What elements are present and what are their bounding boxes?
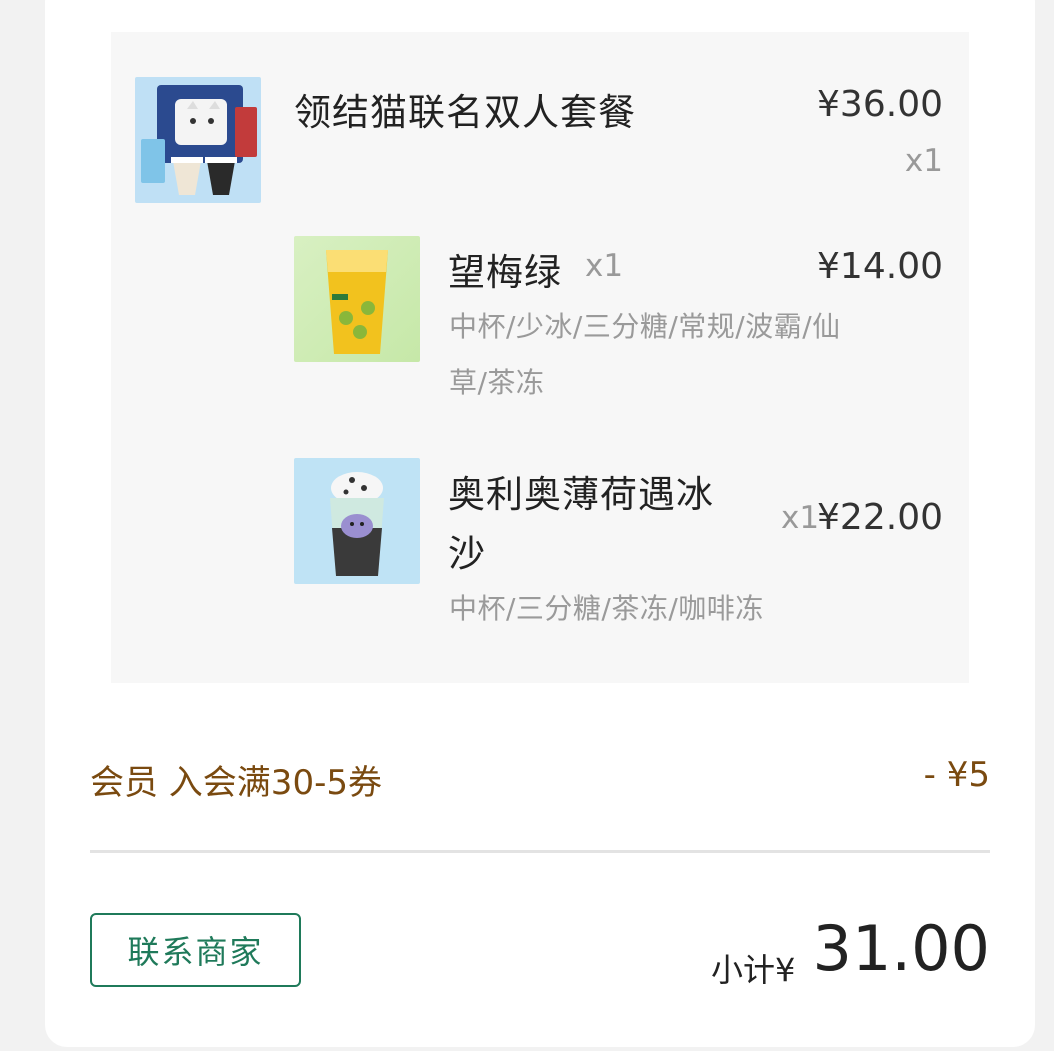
bundle-qty: x1 (904, 143, 943, 179)
item-2-name-line1: 奥利奥薄荷遇冰 (448, 473, 714, 516)
member-coupon-label: 会员 入会满30-5券 (90, 763, 382, 803)
item-1-qty: x1 (585, 248, 624, 284)
item-2-price: ¥22.00 (817, 497, 943, 538)
item-1-spec-line1: 中杯/少冰/三分糖/常规/波霸/仙 (449, 310, 841, 343)
plum-green-tea-image[interactable] (294, 236, 420, 362)
bundle-name: 领结猫联名双人套餐 (294, 91, 636, 134)
subtotal-label: 小计¥ (711, 951, 796, 989)
bundle-price: ¥36.00 (817, 84, 943, 125)
divider (90, 850, 990, 853)
oreo-mint-smoothie-image[interactable] (294, 458, 420, 584)
item-1-name: 望梅绿 (448, 251, 562, 294)
item-2-qty: x1 (781, 500, 820, 536)
subtotal-value: 31.00 (812, 912, 991, 985)
member-coupon-amount: - ¥5 (923, 755, 990, 795)
contact-merchant-button[interactable]: 联系商家 (90, 913, 301, 987)
item-1-spec-line2: 草/茶冻 (449, 366, 545, 399)
item-2-spec: 中杯/三分糖/茶冻/咖啡冻 (449, 592, 764, 625)
item-1-price: ¥14.00 (817, 246, 943, 287)
bundle-product-image[interactable] (135, 77, 261, 203)
item-2-name-line2: 沙 (448, 532, 486, 575)
